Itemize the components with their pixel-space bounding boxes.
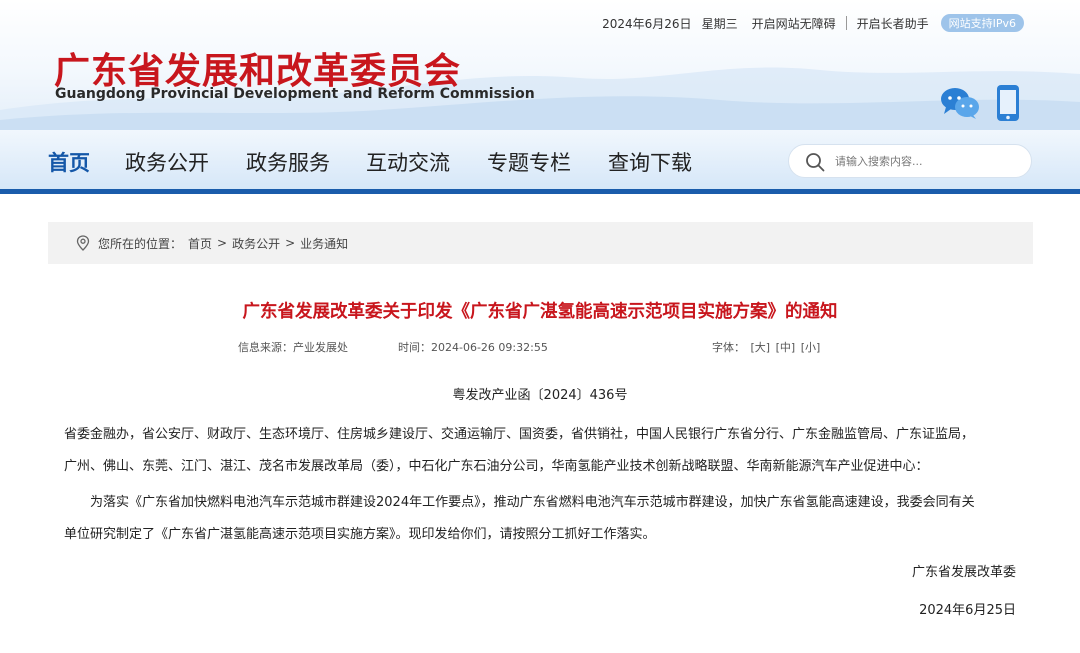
font-size-small-link[interactable]: [小] — [801, 341, 821, 354]
breadcrumb-gov-affairs-open[interactable]: 政务公开 — [232, 235, 280, 252]
breadcrumb-home[interactable]: 首页 — [188, 235, 212, 252]
breadcrumb-separator: > — [285, 236, 296, 250]
article-source: 信息来源：产业发展处 — [238, 341, 348, 354]
font-size-large-link[interactable]: [大] — [751, 341, 771, 354]
main-navigation: 首页 政务公开 政务服务 互动交流 专题专栏 查询下载 — [0, 130, 1080, 194]
current-date: 2024年6月26日 — [602, 16, 692, 31]
signature-date: 2024年6月25日 — [919, 603, 1016, 618]
nav-item-gov-services[interactable]: 政务服务 — [246, 147, 330, 177]
article-time: 时间：2024-06-26 09:32:55 — [398, 341, 548, 354]
elder-mode-link[interactable]: 开启长者助手 — [857, 15, 929, 32]
font-size-controls: 字体： [大] [中] [小] — [712, 339, 820, 355]
search-box — [788, 144, 1032, 178]
topbar-divider — [845, 16, 847, 30]
site-logo-subtitle: Guangdong Provincial Development and Ref… — [55, 86, 535, 102]
wechat-icon[interactable] — [940, 86, 980, 120]
body-paragraph-line-2: 单位研究制定了《广东省广湛氢能高速示范项目实施方案》。现印发给你们，请按照分工抓… — [64, 527, 656, 542]
breadcrumb-separator: > — [217, 236, 228, 250]
breadcrumb: 您所在的位置： 首页 > 政务公开 > 业务通知 — [48, 222, 1033, 264]
site-header: 2024年6月26日 星期三 开启网站无障碍 开启长者助手 网站支持IPv6 广… — [0, 0, 1080, 130]
font-size-medium-link[interactable]: [中] — [776, 341, 796, 354]
top-utility-bar: 2024年6月26日 星期三 开启网站无障碍 开启长者助手 网站支持IPv6 — [602, 14, 1024, 32]
recipients-line-2: 广州、佛山、东莞、江门、湛江、茂名市发展改革局（委），中石化广东石油分公司，华南… — [64, 459, 929, 474]
current-weekday: 星期三 — [701, 16, 738, 31]
document-number: 粤发改产业函〔2024〕436号 — [452, 388, 628, 403]
ipv6-badge: 网站支持IPv6 — [940, 14, 1024, 32]
nav-item-home[interactable]: 首页 — [48, 147, 90, 177]
accessibility-link[interactable]: 开启网站无障碍 — [752, 15, 836, 32]
mobile-phone-icon[interactable] — [996, 84, 1020, 122]
signature-organization: 广东省发展改革委 — [911, 565, 1016, 580]
breadcrumb-business-notice[interactable]: 业务通知 — [300, 235, 348, 252]
nav-item-interaction[interactable]: 互动交流 — [366, 147, 450, 177]
search-icon[interactable] — [805, 152, 825, 172]
nav-item-query-download[interactable]: 查询下载 — [608, 147, 692, 177]
nav-item-gov-affairs-open[interactable]: 政务公开 — [125, 147, 209, 177]
article-title: 广东省发展改革委关于印发《广东省广湛氢能高速示范项目实施方案》的通知 — [242, 302, 838, 322]
nav-item-special-topics[interactable]: 专题专栏 — [487, 147, 571, 177]
font-size-label: 字体： — [712, 341, 745, 354]
search-input[interactable] — [835, 145, 1021, 177]
location-pin-icon — [76, 235, 90, 251]
breadcrumb-prefix: 您所在的位置： — [98, 236, 183, 251]
body-paragraph-line-1: 为落实《广东省加快燃料电池汽车示范城市群建设2024年工作要点》，推动广东省燃料… — [90, 495, 975, 510]
recipients-line-1: 省委金融办，省公安厅、财政厅、生态环境厅、住房城乡建设厅、交通运输厅、国资委，省… — [64, 427, 975, 442]
